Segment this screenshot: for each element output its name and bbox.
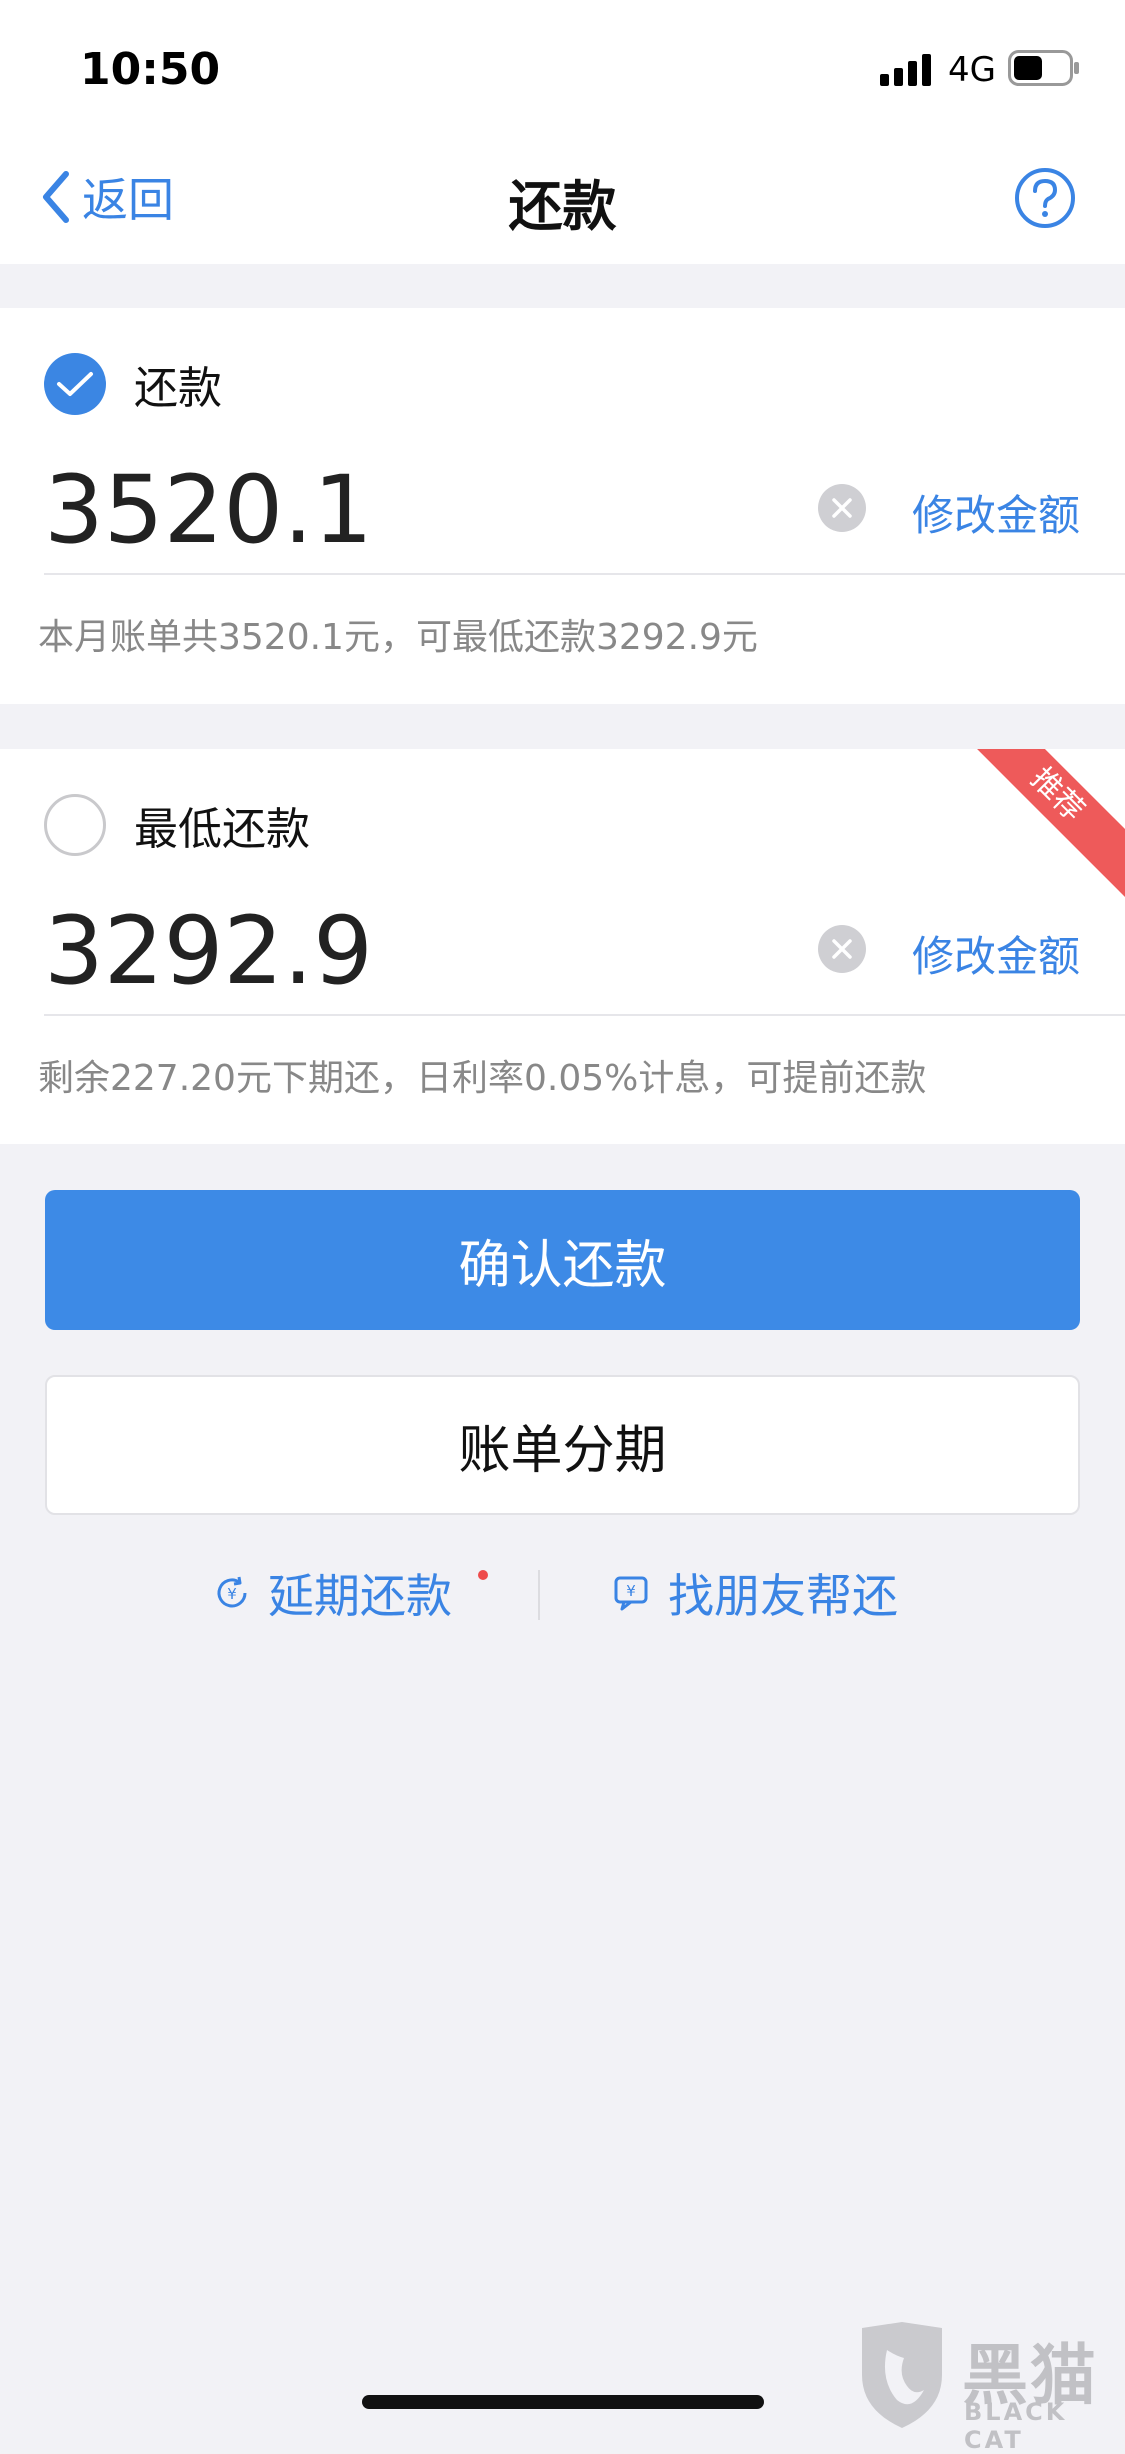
option-label: 还款 xyxy=(134,363,222,414)
recommend-badge: 推荐 xyxy=(955,749,1125,897)
watermark-en: BLACK CAT xyxy=(964,2398,1068,2454)
friend-help-link[interactable]: ¥ 找朋友帮还 xyxy=(612,1560,898,1626)
refresh-yuan-icon: ¥ xyxy=(217,1576,247,1608)
radio-unchecked[interactable] xyxy=(44,794,106,856)
svg-text:¥: ¥ xyxy=(227,1585,237,1603)
nav-bar: 返回 还款 xyxy=(0,132,1125,264)
check-icon xyxy=(57,372,93,396)
option-label: 最低还款 xyxy=(134,804,310,855)
confirm-repayment-button[interactable]: 确认还款 xyxy=(45,1190,1080,1330)
minimum-repayment-option[interactable]: 推荐 最低还款 3292.9 修改金额 剩余227.20元下期还，日利率0.05… xyxy=(0,749,1125,1144)
extra-links: ¥ 延期还款 ¥ 找朋友帮还 xyxy=(0,1560,1125,1630)
black-cat-watermark: 黑猫 BLACK CAT xyxy=(852,2320,1122,2454)
signal-icon xyxy=(880,54,931,86)
help-icon[interactable] xyxy=(1014,167,1076,229)
defer-label: 延期还款 xyxy=(268,1569,452,1623)
status-bar: 10:50 4G xyxy=(0,0,1125,132)
friend-label: 找朋友帮还 xyxy=(668,1569,898,1623)
battery-icon xyxy=(1008,50,1079,86)
minimum-note: 剩余227.20元下期还，日利率0.05%计息，可提前还款 xyxy=(38,1058,927,1099)
status-time: 10:50 xyxy=(80,44,221,95)
clear-icon[interactable] xyxy=(818,925,866,973)
notification-dot xyxy=(478,1570,488,1580)
page-title: 还款 xyxy=(508,175,617,238)
divider xyxy=(44,573,1125,575)
clear-icon[interactable] xyxy=(818,484,866,532)
edit-amount-link[interactable]: 修改金额 xyxy=(912,482,1080,543)
home-indicator[interactable] xyxy=(362,2395,764,2409)
full-repayment-option[interactable]: 还款 3520.1 修改金额 本月账单共3520.1元，可最低还款3292.9元 xyxy=(0,308,1125,704)
defer-repayment-link[interactable]: ¥ 延期还款 xyxy=(212,1560,452,1626)
edit-amount-link[interactable]: 修改金额 xyxy=(912,923,1080,984)
installment-button[interactable]: 账单分期 xyxy=(45,1375,1080,1515)
cat-shield-logo xyxy=(862,2322,942,2428)
amount-input[interactable]: 3520.1 xyxy=(44,456,373,565)
radio-checked[interactable] xyxy=(44,353,106,415)
svg-text:¥: ¥ xyxy=(626,1582,636,1600)
chat-yuan-icon: ¥ xyxy=(614,1576,648,1611)
bill-note: 本月账单共3520.1元，可最低还款3292.9元 xyxy=(38,617,758,658)
separator xyxy=(538,1570,540,1620)
network-label: 4G xyxy=(948,50,996,90)
divider xyxy=(44,1014,1125,1016)
amount-input[interactable]: 3292.9 xyxy=(44,897,373,1006)
